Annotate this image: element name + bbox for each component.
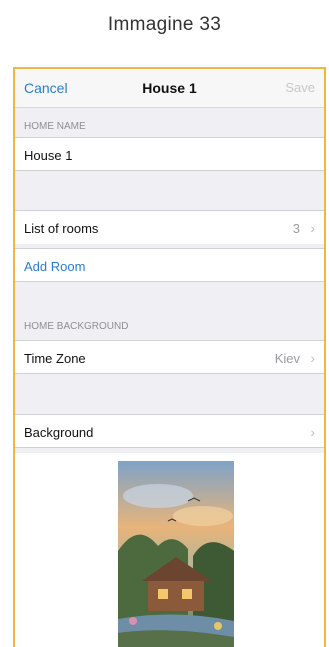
home-name-header: HOME NAME xyxy=(24,121,86,132)
time-zone-value: Kiev xyxy=(274,351,300,366)
background-preview-area xyxy=(15,453,324,647)
home-name-field[interactable]: House 1 xyxy=(15,137,324,171)
phone-screen: Cancel House 1 Save HOME NAME House 1 Li… xyxy=(13,67,326,647)
list-of-rooms-label: List of rooms xyxy=(24,221,99,236)
save-button[interactable]: Save xyxy=(285,80,315,95)
chevron-right-icon: › xyxy=(310,350,315,366)
navigation-bar: Cancel House 1 Save xyxy=(15,69,324,108)
add-room-label: Add Room xyxy=(24,259,86,274)
time-zone-label: Time Zone xyxy=(24,351,86,366)
add-room-button[interactable]: Add Room xyxy=(15,248,324,282)
list-of-rooms-row[interactable]: List of rooms 3 › xyxy=(15,210,324,244)
rooms-count: 3 xyxy=(292,221,300,236)
home-name-value: House 1 xyxy=(24,148,73,163)
time-zone-row[interactable]: Time Zone Kiev › xyxy=(15,340,324,374)
home-background-header: HOME BACKGROUND xyxy=(24,321,129,332)
chevron-right-icon: › xyxy=(310,220,315,236)
chevron-right-icon: › xyxy=(310,424,315,440)
cancel-button[interactable]: Cancel xyxy=(24,80,68,96)
background-preview-image[interactable] xyxy=(118,461,234,647)
background-label: Background xyxy=(24,425,94,440)
background-row[interactable]: Background › xyxy=(15,414,324,448)
figure-caption: Immagine 33 xyxy=(107,14,222,35)
